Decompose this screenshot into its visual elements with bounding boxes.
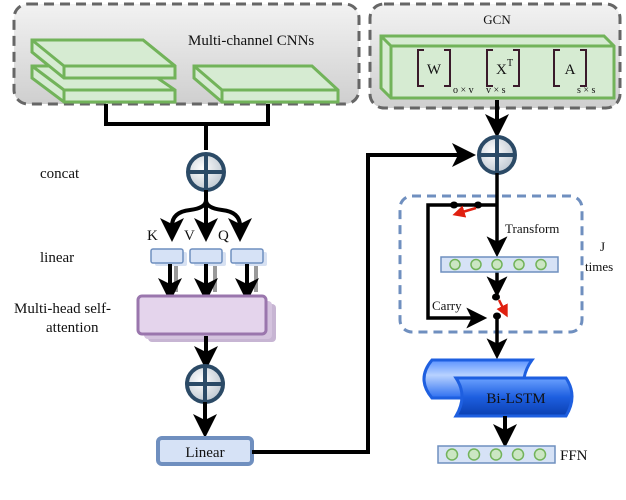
concat-oplus-icon [186, 152, 226, 192]
matrix-xt-symbol: X [496, 62, 507, 78]
matrix-w-dims: o × v [453, 85, 474, 96]
linear-box-q [230, 248, 264, 264]
bilstm-label: Bi-LSTM [486, 391, 545, 407]
linear-box-v [189, 248, 223, 264]
matrix-a-dims: s × s [577, 85, 596, 96]
carry-gate-red-arrow [496, 299, 508, 318]
merge-oplus-icon [477, 135, 517, 175]
repeat-label-line2: times [585, 259, 613, 274]
cnn-panel-title: Multi-channel CNNs [188, 33, 314, 49]
bilstm-block: Bi-LSTM [422, 358, 574, 418]
repeat-label-line1: J [600, 239, 605, 254]
neuron-node [535, 258, 547, 271]
matrix-xt-dims: v × s [486, 85, 506, 96]
linear-label: linear [40, 250, 74, 266]
neuron-node [491, 258, 503, 271]
linear-box-k [150, 248, 184, 264]
matrix-w-symbol: W [427, 62, 442, 78]
linear-projection-boxes [150, 248, 267, 266]
linear-to-attention-arrows [158, 264, 259, 302]
branch-label-v: V [184, 228, 195, 244]
ffn-label: FFN [560, 448, 588, 464]
neuron-node [533, 448, 547, 461]
carry-label: Carry [432, 298, 462, 313]
architecture-diagram: Multi-channel CNNs concat linear Multi-h… [12, 2, 622, 466]
highway-neuron-layer [440, 256, 559, 273]
residual-add-oplus-icon [185, 364, 225, 404]
neuron-node [467, 448, 481, 461]
multi-head-attention-block [136, 294, 276, 342]
ffn-layer [437, 445, 556, 464]
transform-label: Transform [505, 221, 559, 236]
cnn-panel: Multi-channel CNNs [12, 2, 361, 106]
linear-output-box: Linear [156, 436, 254, 466]
neuron-node [445, 448, 459, 461]
cnn-channel-slab [192, 64, 340, 104]
cnn-to-concat-connector [104, 104, 270, 150]
neuron-node [513, 258, 525, 271]
neuron-node [470, 258, 482, 271]
linear-output-label: Linear [185, 445, 224, 461]
gcn-panel-title: GCN [483, 12, 511, 27]
branch-label-k: K [147, 228, 158, 244]
neuron-node [489, 448, 503, 461]
concat-label: concat [40, 166, 80, 182]
neuron-node [511, 448, 525, 461]
matrix-xt-sup: T [507, 58, 513, 69]
neuron-node [449, 258, 461, 271]
transform-gate-red-arrow [452, 205, 477, 218]
attention-label-line2: attention [46, 320, 99, 336]
branch-label-q: Q [218, 228, 229, 244]
attention-label-line1: Multi-head self- [14, 301, 111, 317]
kvq-branch-arrows [160, 190, 252, 242]
matrix-a-symbol: A [565, 62, 576, 78]
